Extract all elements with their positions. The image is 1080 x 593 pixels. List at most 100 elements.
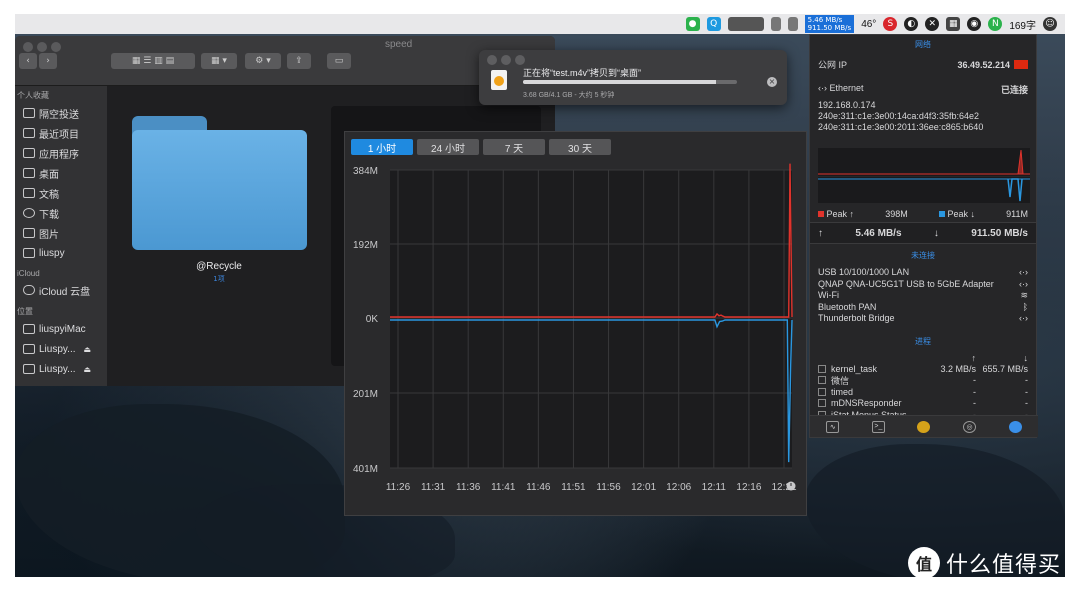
network-menu-item[interactable]: 5.46 MB/s 911.50 MB/s bbox=[804, 15, 855, 33]
ipv6-address-1[interactable]: 240e:311:c1e:3e00:14ca:d4f3:35fb:64e2 bbox=[810, 111, 1036, 122]
process-row[interactable]: timed - - bbox=[810, 386, 1036, 398]
sidebar-item-applications[interactable]: 应用程序 bbox=[15, 143, 107, 163]
network-utility-icon[interactable] bbox=[917, 420, 931, 433]
tag-button[interactable]: ▭ bbox=[327, 53, 351, 69]
close-button[interactable] bbox=[487, 55, 497, 65]
download-rate: 911.50 MB/s bbox=[971, 227, 1028, 239]
smiley-icon[interactable]: ☺ bbox=[1043, 17, 1057, 31]
sidebar-item-label: liuspy bbox=[39, 247, 65, 259]
sidebar-item-airdrop[interactable]: 隔空投送 bbox=[15, 103, 107, 123]
ipv6-address-2[interactable]: 240e:311:c1e:3e00:2011:36ee:c865:b640 bbox=[810, 122, 1036, 133]
istat-network-panel: 网络 公网 IP 36.49.52.214 ‹·› Ethernet 已连接 1… bbox=[809, 34, 1038, 438]
process-icon bbox=[818, 399, 826, 408]
grid-icon[interactable]: ▦ bbox=[946, 17, 961, 31]
folder-item-count: 1项 bbox=[213, 275, 225, 283]
plot-area bbox=[390, 170, 792, 468]
sidebar-item-downloads[interactable]: 下载 bbox=[15, 203, 107, 223]
view-mode-selector[interactable]: ▦ ☰ ▥ ▤ bbox=[111, 53, 195, 69]
istat-settings-icon[interactable] bbox=[1008, 420, 1022, 433]
fan-icon[interactable]: ✕ bbox=[925, 17, 940, 31]
desktop-icon bbox=[23, 168, 35, 178]
notes-icon[interactable]: N bbox=[988, 17, 1003, 31]
action-gear-button[interactable]: ⚙ ▾ bbox=[245, 53, 281, 69]
cancel-copy-button[interactable]: × bbox=[767, 77, 777, 87]
disk-icon[interactable] bbox=[787, 17, 798, 31]
process-download: - bbox=[1025, 398, 1028, 409]
document-icon bbox=[23, 188, 35, 198]
sensor-icon[interactable]: S bbox=[883, 17, 898, 31]
range-tab[interactable]: 24 小时 bbox=[417, 139, 479, 155]
zoom-button[interactable] bbox=[51, 42, 61, 52]
peak-down-label: Peak ↓ bbox=[947, 209, 975, 219]
range-tab[interactable]: 7 天 bbox=[483, 139, 545, 155]
sidebar-item-label: 下载 bbox=[39, 209, 59, 221]
local-ip[interactable]: 192.168.0.174 bbox=[810, 100, 1036, 111]
back-button[interactable]: ‹ bbox=[19, 53, 37, 69]
folder-name[interactable]: @Recycle bbox=[179, 261, 259, 272]
process-upload: - bbox=[973, 375, 976, 386]
locations-header: 位置 bbox=[17, 307, 33, 316]
menu-bar: ● Q 5.46 MB/s 911.50 MB/s 46° S ◐ ✕ ▦ ◉ … bbox=[15, 14, 1065, 34]
panda-icon[interactable]: ◐ bbox=[904, 17, 919, 31]
public-ip-value[interactable]: 36.49.52.214 bbox=[957, 60, 1010, 70]
process-name: kernel_task bbox=[831, 363, 878, 374]
applications-icon bbox=[23, 148, 35, 158]
copy-progress-fill bbox=[523, 80, 716, 84]
minimize-button[interactable] bbox=[37, 42, 47, 52]
qq-icon[interactable]: Q bbox=[706, 17, 721, 31]
range-tabs: 1 小时 24 小时 7 天 30 天 bbox=[351, 139, 611, 155]
process-row[interactable]: mDNSResponder - - bbox=[810, 398, 1036, 410]
folder-icon[interactable] bbox=[132, 116, 307, 251]
sidebar-item-network-drive-1[interactable]: Liuspy... ⏏ bbox=[15, 339, 107, 359]
range-tab[interactable]: 1 小时 bbox=[351, 139, 413, 155]
monitor-icon bbox=[23, 344, 35, 354]
y-tick-label: 192M bbox=[353, 240, 378, 251]
group-by-button[interactable]: ▦ ▾ bbox=[201, 53, 237, 69]
close-button[interactable] bbox=[23, 42, 33, 52]
eject-icon[interactable]: ⏏ bbox=[84, 345, 92, 354]
sidebar-item-recents[interactable]: 最近项目 bbox=[15, 123, 107, 143]
x-tick-label: 11:56 bbox=[596, 482, 621, 493]
wechat-icon[interactable]: ● bbox=[685, 17, 700, 31]
eject-icon[interactable]: ⏏ bbox=[84, 365, 92, 374]
process-row[interactable]: 微信 - - bbox=[810, 375, 1036, 387]
eye-icon[interactable]: ◉ bbox=[967, 17, 982, 31]
sidebar-item-imac[interactable]: liuspyiMac bbox=[15, 319, 107, 339]
interface-row[interactable]: Bluetooth PAN ᛒ bbox=[810, 302, 1036, 314]
minimize-button[interactable] bbox=[501, 55, 511, 65]
upload-arrow-icon: ↑ bbox=[818, 227, 823, 239]
y-tick-label: 401M bbox=[353, 464, 378, 475]
temperature-label[interactable]: 46° bbox=[861, 19, 876, 30]
photo-icon bbox=[23, 228, 35, 238]
video-file-icon bbox=[491, 70, 507, 90]
sidebar-item-documents[interactable]: 文稿 bbox=[15, 183, 107, 203]
sidebar-item-desktop[interactable]: 桌面 bbox=[15, 163, 107, 183]
process-list: kernel_task 3.2 MB/s 655.7 MB/s 微信 - - timed - -… bbox=[810, 363, 1036, 421]
sidebar-item-network-drive-2[interactable]: Liuspy... ⏏ bbox=[15, 359, 107, 379]
x-tick-label: 12:16 bbox=[736, 482, 761, 493]
zoom-button[interactable] bbox=[515, 55, 525, 65]
interface-row[interactable]: USB 10/100/1000 LAN ‹·› bbox=[810, 267, 1036, 279]
cloud-icon bbox=[23, 285, 35, 295]
forward-button[interactable]: › bbox=[39, 53, 57, 69]
monitor-icon bbox=[23, 364, 35, 374]
interface-row[interactable]: Thunderbolt Bridge ‹·› bbox=[810, 313, 1036, 325]
activity-monitor-icon[interactable]: ∿ bbox=[826, 420, 840, 433]
sidebar-item-icloud-drive[interactable]: iCloud 云盘 bbox=[15, 280, 107, 300]
interface-row[interactable]: Wi-Fi ≋ bbox=[810, 290, 1036, 302]
globe-icon[interactable]: ◎ bbox=[963, 420, 977, 433]
sidebar-item-pictures[interactable]: 图片 bbox=[15, 223, 107, 243]
interface-row[interactable]: QNAP QNA-UC5G1T USB to 5GbE Adapter ‹·› bbox=[810, 279, 1036, 291]
finder-toolbar: speed ‹ › ▦ ☰ ▥ ▤ ▦ ▾ ⚙ ▾ ⇪ ▭ bbox=[15, 36, 555, 86]
sidebar-item-home[interactable]: liuspy bbox=[15, 243, 107, 263]
share-button[interactable]: ⇪ bbox=[287, 53, 311, 69]
terminal-icon[interactable]: >_ bbox=[871, 420, 885, 433]
sidebar-item-label: Liuspy... bbox=[39, 343, 76, 355]
word-count-label[interactable]: 169字 bbox=[1009, 17, 1036, 32]
interface-name: Wi-Fi bbox=[818, 290, 839, 300]
memory-icon[interactable] bbox=[770, 17, 781, 31]
range-tab[interactable]: 30 天 bbox=[549, 139, 611, 155]
folder-body bbox=[132, 130, 307, 250]
cpu-graph-icon[interactable] bbox=[727, 17, 764, 31]
sidebar-item-label: 桌面 bbox=[39, 169, 59, 181]
